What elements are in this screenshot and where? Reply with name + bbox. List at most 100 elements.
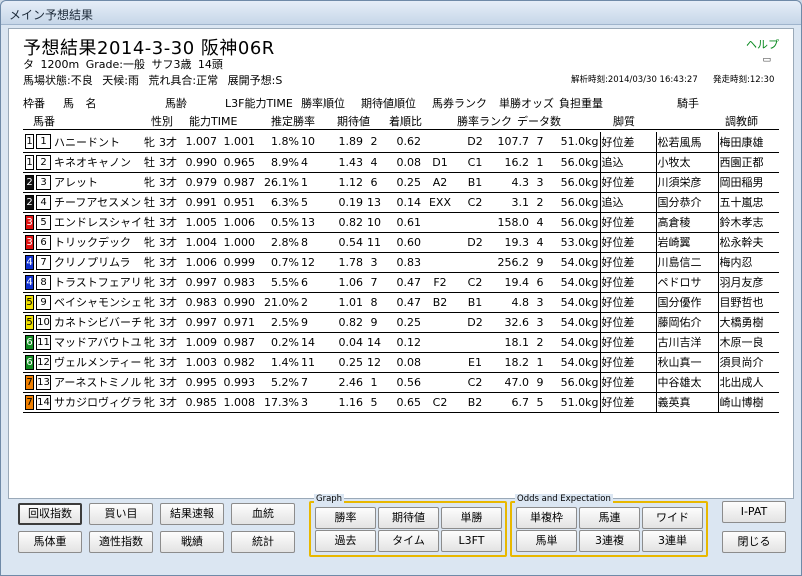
cell-ability: 1.007 (180, 132, 218, 153)
umaban-badge: 2 (36, 154, 51, 170)
odds-fukusho-waku-button[interactable]: 単複枠 (516, 507, 577, 529)
cell-data: 1 (530, 152, 550, 173)
cell-odds: 4.3 (492, 172, 530, 193)
stats-button[interactable]: 統計 (231, 531, 295, 553)
result-fast-button[interactable]: 結果速報 (160, 503, 224, 525)
graph-tansho-button[interactable]: 単勝 (441, 507, 502, 529)
table-row[interactable]: 714サカジロヴィグラス牝3才0.9851.00817.3%31.1650.65… (23, 392, 779, 413)
cell-er: 4 (364, 152, 384, 173)
pedigree-button[interactable]: 血統 (231, 503, 295, 525)
waku-cell: 6 (23, 352, 35, 373)
cell-data: 9 (530, 372, 550, 393)
table-row[interactable]: 612ヴェルメンティーノ牝3才1.0030.9821.4%110.25120.0… (23, 352, 779, 373)
cell-ev: 2.46 (324, 372, 364, 393)
cell-trainer: 大橋勇樹 (717, 312, 779, 333)
record-button[interactable]: 戦績 (160, 531, 224, 553)
cell-style: 追込 (599, 152, 656, 173)
result-table: 1 1 ハニードント牝 3才 1.007 1.001 1.8% 10 1.89 2 0.62 D2 10… (23, 132, 779, 413)
col-sex: 性別 (151, 115, 173, 128)
table-row[interactable]: 48トラストフェアリー牝3才0.9970.9835.5%61.0670.47F2… (23, 272, 779, 293)
table-row[interactable]: 2 3 アレット牝 3才 0.979 0.987 26.1% 1 1.12 6 0.25 A2 B1 4.… (23, 172, 779, 193)
cell-l3f: 0.971 (218, 312, 256, 333)
cell-ratio: 0.61 (384, 212, 422, 233)
cell-style: 好位差 (599, 372, 656, 393)
cell-age: 3才 (158, 212, 180, 233)
window-title: メイン予想結果 (9, 8, 94, 22)
cell-weight: 56.0kg (550, 172, 600, 193)
cell-style: 好位差 (599, 212, 656, 233)
cell-wr: 13 (300, 212, 324, 233)
cell-er: 9 (364, 312, 384, 333)
table-row[interactable]: 35エンドレスシャイン牡3才1.0051.0060.5%130.82100.61… (23, 212, 779, 233)
cell-name: エンドレスシャイン (53, 212, 141, 233)
waku-cell: 3 (23, 232, 35, 253)
cell-ticket: D1 (422, 152, 458, 173)
umaban-cell: 11 (35, 332, 53, 353)
buy-button[interactable]: 買い目 (89, 503, 153, 525)
table-row[interactable]: 4 7 クリノプリムラ牝 3才 1.006 0.999 0.7% 12 1.78 3 0.83 256… (23, 252, 779, 273)
graph-past-button[interactable]: 過去 (315, 530, 376, 552)
cell-name: チーフアセスメント (53, 192, 141, 213)
cell-odds: 3.1 (492, 192, 530, 213)
table-row[interactable]: 24チーフアセスメント牡3才0.9910.9516.3%50.19130.14E… (23, 192, 779, 213)
graph-expectation-button[interactable]: 期待値 (378, 507, 439, 529)
ipat-button[interactable]: I-PAT (722, 501, 786, 523)
odds-wide-button[interactable]: ワイド (642, 507, 703, 529)
cell-trainer: 梅田康雄 (717, 132, 779, 153)
graph-time-button[interactable]: タイム (378, 530, 439, 552)
umaban-cell: 9 (35, 292, 53, 313)
table-row[interactable]: 510カネトシビバーチェ牝3才0.9970.9712.5%90.8290.25D… (23, 312, 779, 333)
cell-win: 21.0% (256, 292, 300, 313)
cell-win: 1.8% (256, 132, 300, 153)
table-row[interactable]: 611マッドアバウトユー牝3才1.0090.9870.2%140.04140.1… (23, 332, 779, 353)
cell-style: 好位差 (599, 172, 656, 193)
cell-ratio: 0.12 (384, 332, 422, 353)
cell-wrank: E1 (458, 352, 492, 373)
aptitude-index-button[interactable]: 適性指数 (89, 531, 153, 553)
waku-cell: 7 (23, 392, 35, 413)
cell-weight: 54.0kg (550, 252, 600, 273)
cell-odds: 256.2 (492, 252, 530, 273)
cell-odds: 18.1 (492, 332, 530, 353)
table-row[interactable]: 7 13 アーネストミノル牝 3才 0.995 0.993 5.2% 7 2.46 1 0.56 C2… (23, 372, 779, 393)
cell-ev: 0.19 (324, 192, 364, 213)
cell-odds: 19.3 (492, 232, 530, 253)
cell-odds: 16.2 (492, 152, 530, 173)
graph-win-rate-button[interactable]: 勝率 (315, 507, 376, 529)
cell-ratio: 0.47 (384, 272, 422, 293)
cell-weight: 54.0kg (550, 312, 600, 333)
graph-l3ft-button[interactable]: L3FT (441, 530, 502, 552)
table-row[interactable]: 3 6 トリックデック牝 3才 1.004 1.000 2.8% 8 0.54 11 0.60 D2 1… (23, 232, 779, 253)
cell-ratio: 0.08 (384, 352, 422, 373)
cell-ratio: 0.60 (384, 232, 422, 253)
cell-name: トラストフェアリー (53, 272, 141, 293)
odds-umatan-button[interactable]: 馬単 (516, 530, 577, 552)
cell-l3f: 1.008 (218, 392, 256, 413)
cell-jockey: 中谷雄太 (655, 372, 718, 393)
cell-wrank: C2 (458, 372, 492, 393)
analysis-time: 解析時刻:2014/03/30 16:43:27 (571, 75, 698, 85)
cell-wrank (458, 252, 492, 273)
table-row[interactable]: 1 2 キネオキャノン牡 3才 0.990 0.965 8.9% 4 1.43 4 0.08 D1 C1… (23, 152, 779, 173)
odds-sanrentan-button[interactable]: 3連単 (642, 530, 703, 552)
close-button[interactable]: 閉じる (722, 531, 786, 553)
recovery-index-button[interactable]: 回収指数 (18, 503, 82, 525)
cell-ratio: 0.83 (384, 252, 422, 273)
cell-age: 3才 (158, 332, 180, 353)
cell-weight: 56.0kg (550, 372, 600, 393)
cell-jockey: 小牧太 (655, 152, 718, 173)
table-row[interactable]: 1 1 ハニードント牝 3才 1.007 1.001 1.8% 10 1.89 2 0.62 D2 10… (23, 132, 779, 153)
cell-data: 1 (530, 352, 550, 373)
restore-icon[interactable]: ▭ (762, 55, 771, 65)
cell-sex: 牝 (141, 272, 158, 293)
cell-er: 6 (364, 172, 384, 193)
cell-style: 好位差 (599, 132, 656, 153)
cell-sex: 牝 (141, 312, 158, 333)
cell-jockey: 国分優作 (655, 292, 718, 313)
table-row[interactable]: 59ベイシャモンシェリ牝3才0.9830.99021.0%21.0180.47B… (23, 292, 779, 313)
help-link[interactable]: ヘルプ (746, 36, 779, 52)
cell-weight: 56.0kg (550, 212, 600, 233)
horse-weight-button[interactable]: 馬体重 (18, 531, 82, 553)
odds-umaren-button[interactable]: 馬連 (579, 507, 640, 529)
odds-sanrenpuku-button[interactable]: 3連複 (579, 530, 640, 552)
